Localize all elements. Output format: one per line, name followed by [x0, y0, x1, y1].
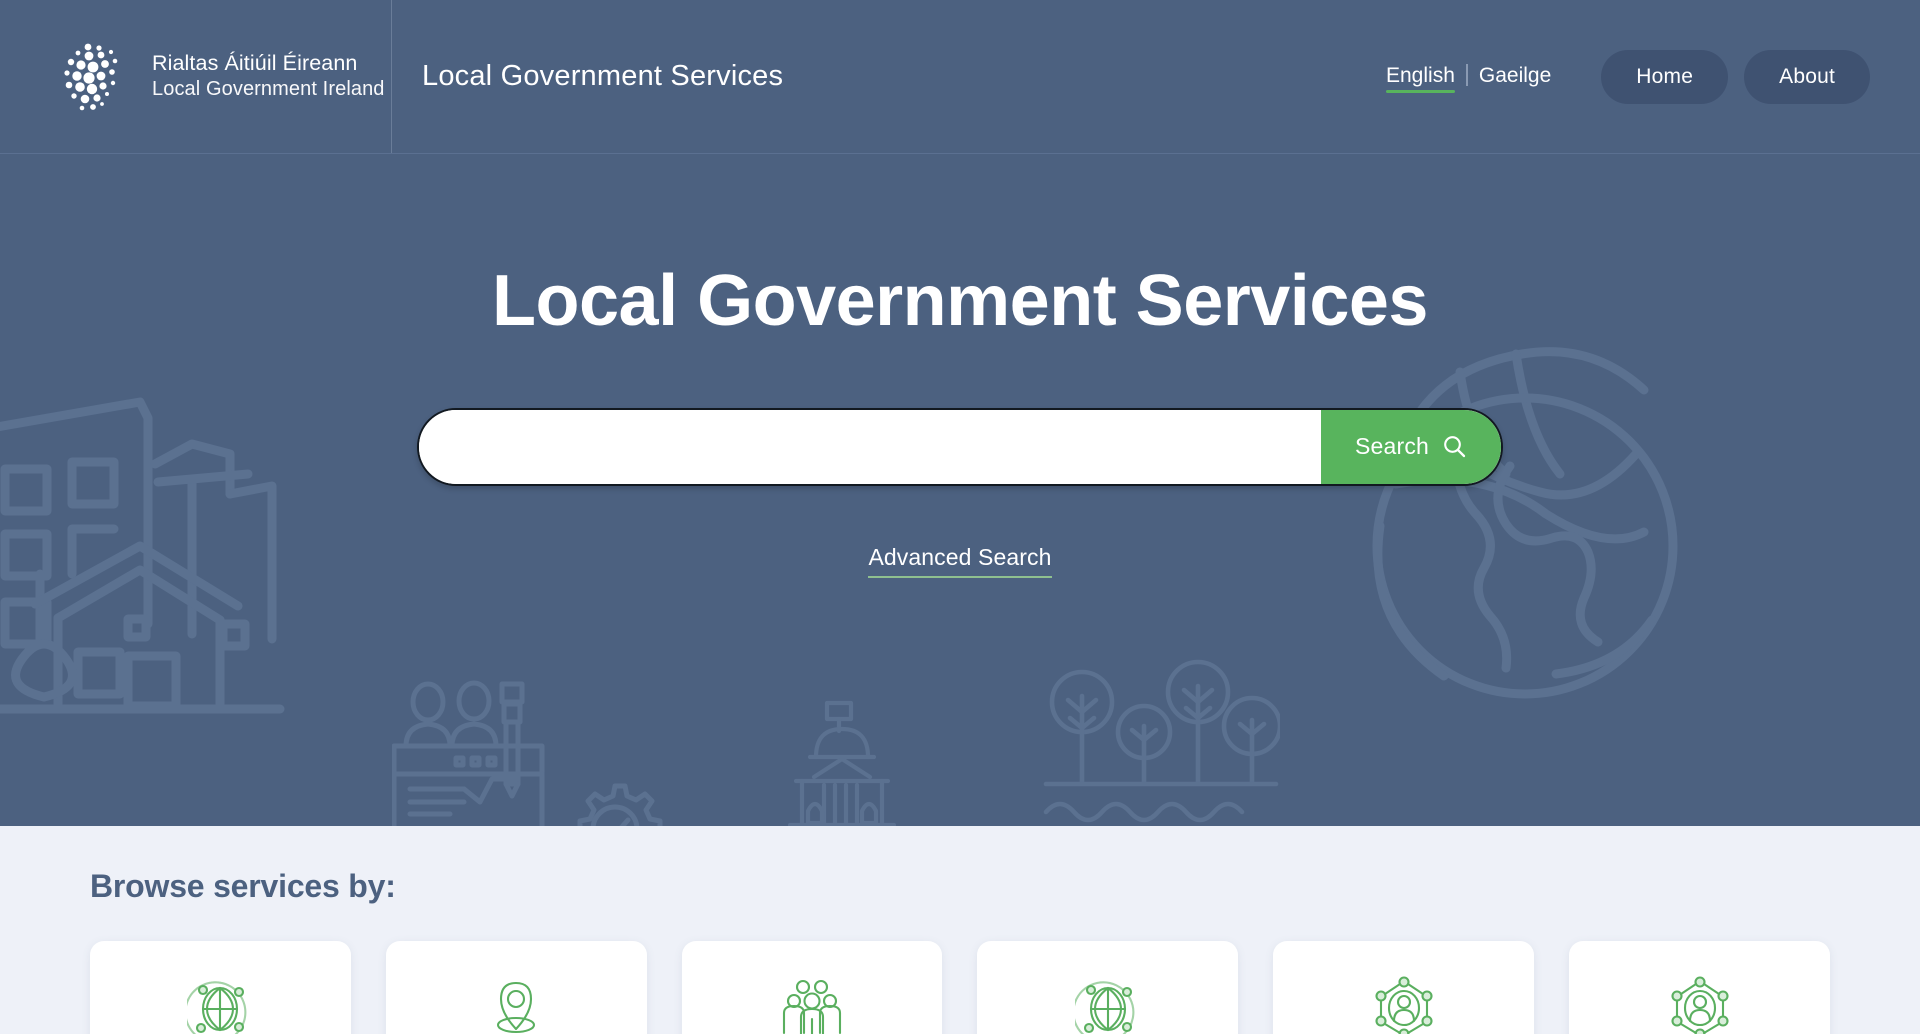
site-header: Rialtas Áitiúil Éireann Local Government…: [0, 0, 1920, 154]
browse-card[interactable]: [1273, 941, 1534, 1034]
brand-line-irish: Rialtas Áitiúil Éireann: [152, 50, 385, 78]
advanced-search-link[interactable]: Advanced Search: [868, 544, 1051, 578]
hero-content: Local Government Services Search Advance…: [0, 154, 1920, 578]
trees-and-water-illustration: [1040, 654, 1280, 826]
browse-card[interactable]: [682, 941, 943, 1034]
browse-heading: Browse services by:: [90, 826, 1830, 905]
browse-section: Browse services by:: [0, 826, 1920, 1034]
government-capitol-building-illustration: [780, 699, 905, 826]
browse-card[interactable]: [90, 941, 351, 1034]
globe-network-icon: [187, 975, 253, 1034]
nav-about-button[interactable]: About: [1744, 50, 1870, 104]
brand-text: Rialtas Áitiúil Éireann Local Government…: [152, 50, 385, 103]
hero-section: Local Government Services Search Advance…: [0, 154, 1920, 826]
browse-card[interactable]: [977, 941, 1238, 1034]
search-icon: [1442, 434, 1467, 459]
gear-check-illustration: [560, 774, 670, 826]
browse-card-list: [90, 941, 1830, 1034]
search-input[interactable]: [419, 410, 1321, 484]
dot-cluster-logo-icon: [58, 39, 134, 115]
site-title: Local Government Services: [392, 0, 1386, 153]
header-right: English Gaeilge Home About: [1386, 0, 1920, 153]
brand-block[interactable]: Rialtas Áitiúil Éireann Local Government…: [0, 0, 392, 153]
browse-card[interactable]: [1569, 941, 1830, 1034]
globe-network-icon: [1075, 975, 1141, 1034]
person-network-icon: [1667, 975, 1733, 1034]
brand-line-english: Local Government Ireland: [152, 77, 385, 103]
language-separator: [1466, 64, 1468, 86]
bar-chart-illustration: [400, 814, 520, 826]
people-group-icon: [779, 975, 845, 1034]
location-pin-icon: [483, 975, 549, 1034]
person-network-icon: [1371, 975, 1437, 1034]
browse-card[interactable]: [386, 941, 647, 1034]
language-switcher: English Gaeilge: [1386, 64, 1551, 93]
nav-home-button[interactable]: Home: [1601, 50, 1728, 104]
language-option-english[interactable]: English: [1386, 65, 1455, 93]
people-at-desk-illustration: [392, 674, 572, 826]
language-option-gaeilge[interactable]: Gaeilge: [1479, 65, 1551, 93]
search-bar: Search: [417, 408, 1503, 486]
page-title: Local Government Services: [492, 264, 1428, 340]
search-button-label: Search: [1355, 433, 1429, 460]
search-button[interactable]: Search: [1321, 410, 1501, 484]
